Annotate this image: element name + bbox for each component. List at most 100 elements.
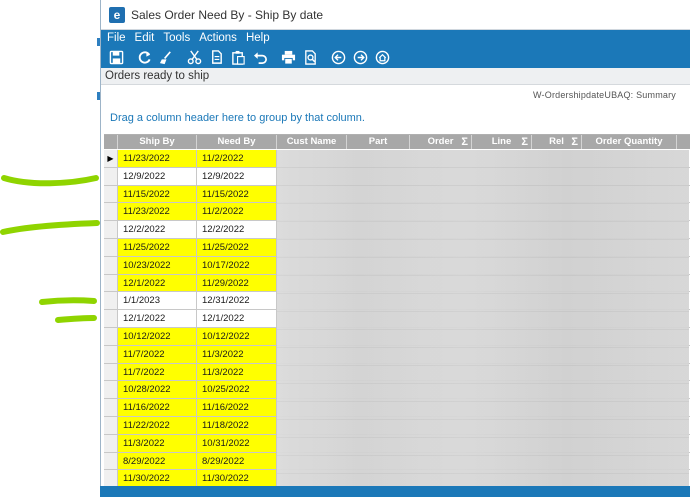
sigma-icon[interactable]: Σ — [521, 136, 528, 148]
column-header-order-label: Order — [427, 136, 454, 147]
row-selector[interactable] — [104, 470, 118, 488]
cell-need-by[interactable]: 12/31/2022 — [197, 292, 277, 310]
cell-need-by[interactable]: 11/15/2022 — [197, 185, 277, 203]
cell-need-by[interactable]: 11/2/2022 — [197, 203, 277, 221]
cell-need-by[interactable]: 11/18/2022 — [197, 416, 277, 434]
cell-ship-by[interactable]: 11/25/2022 — [118, 238, 197, 256]
cell-ship-by[interactable]: 12/1/2022 — [118, 310, 197, 327]
cell-ship-by[interactable]: 10/23/2022 — [118, 256, 197, 274]
sigma-icon[interactable]: Σ — [461, 136, 468, 148]
home-icon[interactable] — [371, 47, 393, 67]
menu-help[interactable]: Help — [246, 32, 270, 44]
print-preview-icon[interactable] — [299, 47, 321, 67]
row-selector[interactable] — [104, 452, 118, 470]
column-header-order-quantity[interactable]: Order Quantity — [582, 135, 677, 149]
row-selector[interactable] — [104, 238, 118, 256]
row-selector[interactable] — [104, 167, 118, 185]
row-selector[interactable] — [104, 434, 118, 452]
print-icon[interactable] — [277, 47, 299, 67]
cell-ship-by[interactable]: 11/7/2022 — [118, 363, 197, 381]
cell-need-by[interactable]: 11/30/2022 — [197, 470, 277, 488]
cell-need-by[interactable]: 12/9/2022 — [197, 167, 277, 185]
row-selector[interactable] — [104, 185, 118, 203]
forward-icon[interactable] — [349, 47, 371, 67]
cell-need-by[interactable]: 11/16/2022 — [197, 399, 277, 416]
app-logo-icon: e — [109, 6, 125, 23]
cell-ship-by[interactable]: 11/22/2022 — [118, 416, 197, 434]
sigma-icon[interactable]: Σ — [571, 136, 578, 148]
cell-need-by[interactable]: 12/2/2022 — [197, 221, 277, 238]
row-selector[interactable] — [104, 256, 118, 274]
cell-need-by[interactable]: 10/31/2022 — [197, 434, 277, 452]
cell-ship-by[interactable]: 10/28/2022 — [118, 381, 197, 399]
menu-tools[interactable]: Tools — [163, 32, 190, 44]
undo-icon[interactable] — [249, 47, 271, 67]
cell-need-by[interactable]: 10/12/2022 — [197, 327, 277, 345]
cell-ship-by[interactable]: 12/2/2022 — [118, 221, 197, 238]
column-header-rel[interactable]: Rel Σ — [532, 135, 582, 149]
cell-need-by[interactable]: 11/3/2022 — [197, 345, 277, 363]
row-selector[interactable] — [104, 274, 118, 292]
menu-bar: File Edit Tools Actions Help — [101, 30, 690, 46]
column-header-line[interactable]: Line Σ — [472, 135, 532, 149]
status-bar — [100, 486, 690, 497]
row-selector[interactable] — [104, 292, 118, 310]
cell-ship-by[interactable]: 12/9/2022 — [118, 167, 197, 185]
orders-grid: Ship By Need By Cust Name Part Order Σ L… — [104, 134, 690, 497]
refresh-icon[interactable] — [133, 47, 155, 67]
screenshot-stage: e Sales Order Need By - Ship By date Fil… — [0, 0, 690, 497]
current-row-indicator-icon[interactable]: ▶ — [104, 150, 118, 167]
row-selector[interactable] — [104, 203, 118, 221]
menu-actions[interactable]: Actions — [199, 32, 237, 44]
row-selector[interactable] — [104, 381, 118, 399]
cell-ship-by[interactable]: 11/7/2022 — [118, 345, 197, 363]
cell-ship-by[interactable]: 10/12/2022 — [118, 327, 197, 345]
row-selector-header — [104, 135, 118, 149]
redacted-columns-area — [277, 150, 689, 497]
cell-need-by[interactable]: 11/3/2022 — [197, 363, 277, 381]
cut-icon[interactable] — [183, 47, 205, 67]
column-header-part[interactable]: Part — [347, 135, 410, 149]
group-by-hint[interactable]: Drag a column header here to group by th… — [110, 112, 365, 124]
cell-ship-by[interactable]: 12/1/2022 — [118, 274, 197, 292]
back-icon[interactable] — [327, 47, 349, 67]
row-selector[interactable] — [104, 363, 118, 381]
cell-ship-by[interactable]: 11/15/2022 — [118, 185, 197, 203]
cell-need-by[interactable]: 10/17/2022 — [197, 256, 277, 274]
cell-need-by[interactable]: 11/25/2022 — [197, 238, 277, 256]
cell-ship-by[interactable]: 1/1/2023 — [118, 292, 197, 310]
clear-icon[interactable] — [155, 47, 177, 67]
column-header-cust-name[interactable]: Cust Name — [277, 135, 347, 149]
grid-header-row: Ship By Need By Cust Name Part Order Σ L… — [104, 135, 690, 149]
cell-need-by[interactable]: 11/29/2022 — [197, 274, 277, 292]
panel-header: Orders ready to ship — [101, 68, 690, 85]
cell-need-by[interactable]: 11/2/2022 — [197, 150, 277, 167]
cell-need-by[interactable]: 12/1/2022 — [197, 310, 277, 327]
cell-ship-by[interactable]: 11/3/2022 — [118, 434, 197, 452]
menu-file[interactable]: File — [107, 32, 126, 44]
row-selector[interactable] — [104, 327, 118, 345]
row-selector[interactable] — [104, 345, 118, 363]
cell-ship-by[interactable]: 11/30/2022 — [118, 470, 197, 488]
cell-need-by[interactable]: 8/29/2022 — [197, 452, 277, 470]
paste-icon[interactable] — [227, 47, 249, 67]
cell-ship-by[interactable]: 11/23/2022 — [118, 203, 197, 221]
row-selector[interactable] — [104, 310, 118, 327]
column-header-need-by[interactable]: Need By — [197, 135, 277, 149]
column-header-rel-label: Rel — [549, 136, 564, 147]
cell-need-by[interactable]: 10/25/2022 — [197, 381, 277, 399]
cell-ship-by[interactable]: 11/23/2022 — [118, 150, 197, 167]
save-icon[interactable] — [105, 47, 127, 67]
row-selector[interactable] — [104, 416, 118, 434]
column-header-order[interactable]: Order Σ — [410, 135, 472, 149]
row-selector[interactable] — [104, 221, 118, 238]
toolbar — [101, 46, 690, 68]
sales-order-window: e Sales Order Need By - Ship By date Fil… — [100, 0, 690, 497]
row-selector[interactable] — [104, 399, 118, 416]
title-bar: e Sales Order Need By - Ship By date — [101, 0, 690, 30]
copy-icon[interactable] — [205, 47, 227, 67]
column-header-ship-by[interactable]: Ship By — [118, 135, 197, 149]
cell-ship-by[interactable]: 11/16/2022 — [118, 399, 197, 416]
menu-edit[interactable]: Edit — [135, 32, 155, 44]
cell-ship-by[interactable]: 8/29/2022 — [118, 452, 197, 470]
